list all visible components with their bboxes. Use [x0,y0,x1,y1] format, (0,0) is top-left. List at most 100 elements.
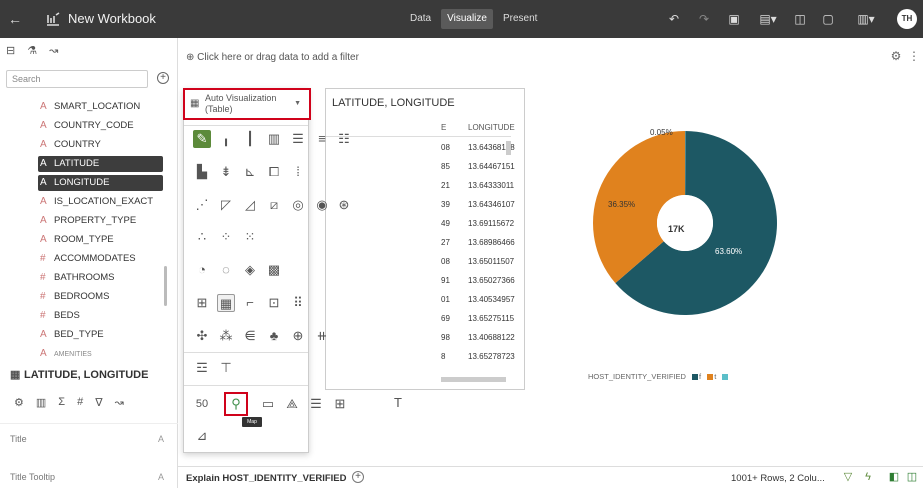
list-view-icon[interactable]: ☰ [307,395,325,413]
filter-bar-icon[interactable]: ⊞ [331,395,349,413]
field-item[interactable]: A COUNTRY [40,137,165,153]
heatmap-icon[interactable]: ▩ [265,261,283,279]
scatter-icon[interactable]: ∴ [193,228,211,246]
field-item[interactable]: A PROPERTY_TYPE [40,213,165,229]
field-item[interactable]: A BED_TYPE [40,327,165,343]
undo-icon[interactable]: ↶ [666,11,682,27]
field-list-scrollbar[interactable] [164,266,167,306]
area-stacked-icon[interactable]: ◿ [241,196,259,214]
statistics-icon[interactable]: ↝ [49,44,58,62]
bar-icon[interactable]: ╻ [217,130,235,148]
auto-viz-icon[interactable]: ✎ [193,130,211,148]
number-icon[interactable]: # [77,396,83,409]
field-item[interactable]: # BEDROOMS [40,289,165,305]
field-item[interactable]: A SMART_LOCATION [40,99,165,115]
line-icon[interactable]: ⋰ [193,196,211,214]
legend-swatch-other[interactable] [722,374,729,381]
canvas-icon[interactable]: ◫ [792,11,808,27]
horizontal-bar-icon[interactable]: ☰ [289,130,307,148]
tree-icon[interactable]: ♣ [265,327,283,345]
donut-icon[interactable]: ◎ [289,196,307,214]
gantt-icon[interactable]: ⧺ [313,327,331,345]
sum-icon[interactable]: Σ [58,396,65,409]
view-menu-icon[interactable]: ▤▾ [756,11,780,27]
tile-icon[interactable]: ⠿ [289,294,307,312]
general-settings-icon[interactable]: ⚙ [14,396,24,409]
donut-chart[interactable] [590,128,780,318]
tab-present[interactable]: Present [497,9,543,29]
column-header-longitude[interactable]: LONGITUDE [468,123,515,132]
legend-label-f[interactable]: f [699,372,701,381]
pivot-icon[interactable]: ⊞ [193,294,211,312]
field-item[interactable]: # ACCOMMODATES [40,251,165,267]
image-icon[interactable]: ⊿ [193,427,211,445]
workbook-title[interactable]: New Workbook [68,11,156,27]
field-item[interactable]: # BATHROOMS [40,270,165,286]
preview-icon[interactable]: ▢ [820,11,836,27]
save-icon[interactable]: ▥▾ [854,11,878,27]
radar-icon[interactable]: ◉ [313,196,331,214]
more-options-icon[interactable]: ⋮ [906,48,922,64]
network-icon[interactable]: ✣ [193,327,211,345]
analytics-line-icon[interactable]: ↝ [115,396,124,409]
field-item-selected[interactable]: A LONGITUDE [38,175,163,191]
user-avatar[interactable]: TH [897,9,917,29]
layout-panel-icon[interactable]: ◫ [905,470,919,484]
map-icon[interactable]: ⚲ [224,392,248,416]
property-title-tooltip[interactable]: Title Tooltip A [10,472,168,482]
dot-icon[interactable]: ⁙ [241,228,259,246]
back-arrow-icon[interactable]: ← [8,11,26,27]
stacked-bar-icon[interactable]: ┃ [241,130,259,148]
list-icon[interactable]: ☲ [193,359,211,377]
field-item[interactable]: A COUNTRY_CODE [40,118,165,134]
legend-swatch-f[interactable] [692,374,699,381]
explain-label[interactable]: Explain HOST_IDENTITY_VERIFIED [186,473,346,484]
add-data-icon[interactable]: + [157,72,169,84]
field-item[interactable]: A AMENITIES [40,346,165,362]
horizontal-100-stacked-icon[interactable]: ☷ [335,130,353,148]
filter-icon[interactable]: ∇ [95,396,102,409]
100-stacked-bar-icon[interactable]: ▥ [265,130,283,148]
waterfall-icon[interactable]: ⇟ [217,163,235,181]
text-icon[interactable]: T [389,394,407,412]
field-item[interactable]: # BEDS [40,308,165,324]
text-box-icon[interactable]: ▭ [259,395,277,413]
table-visualization[interactable]: LATITUDE, LONGITUDE E LONGITUDE 08 13.643… [325,88,525,390]
field-item-selected[interactable]: A LATITUDE [38,156,163,172]
donut-chart-icon[interactable]: ◌ [217,261,235,279]
area-100-icon[interactable]: ⧄ [265,196,283,214]
correlation-icon[interactable]: ⊡ [265,294,283,312]
tab-data[interactable]: Data [404,9,437,29]
analytics-icon[interactable]: ⚗ [27,44,37,62]
line-bar-icon[interactable]: ⊾ [241,163,259,181]
table-icon[interactable]: ▦ [217,294,235,312]
search-input[interactable]: Search [6,70,148,88]
data-refresh-icon[interactable]: ▣ [726,11,742,27]
funnel-icon[interactable]: ⋹ [241,327,259,345]
custom-icon[interactable]: ⟁ [283,395,301,413]
table-horizontal-scrollbar[interactable] [441,377,506,382]
legend-label-t[interactable]: t [714,372,716,381]
field-item[interactable]: A ROOM_TYPE [40,232,165,248]
add-explain-icon[interactable]: + [352,471,364,483]
filter-check-icon[interactable]: ▽ [841,470,855,484]
sunburst-icon[interactable]: ⊛ [335,196,353,214]
filter-bar[interactable]: ⊕ Click here or drag data to add a filte… [186,50,359,66]
boxplot-icon[interactable]: ⧠ [265,163,283,181]
table-vertical-scrollbar[interactable] [506,141,511,155]
parallel-icon[interactable]: ⁞ [289,163,307,181]
redo-icon[interactable]: ↷ [696,11,712,27]
data-icon[interactable]: ⊟ [6,44,15,62]
filter-settings-icon[interactable]: ⚙ [888,48,904,64]
pie-icon[interactable]: ◔ [193,261,211,279]
horizontal-stacked-icon[interactable]: ≡ [313,130,331,148]
tab-visualize[interactable]: Visualize [441,9,493,29]
grammar-panel-icon[interactable]: ◧ [887,470,901,484]
axis-icon[interactable]: ▥ [36,396,46,409]
chord-icon[interactable]: ⊕ [289,327,307,345]
treemap-icon[interactable]: ◈ [241,261,259,279]
field-item[interactable]: A IS_LOCATION_EXACT [40,194,165,210]
combo-icon[interactable]: ▙ [193,163,211,181]
area-icon[interactable]: ◸ [217,196,235,214]
bubble-icon[interactable]: ⁘ [217,228,235,246]
